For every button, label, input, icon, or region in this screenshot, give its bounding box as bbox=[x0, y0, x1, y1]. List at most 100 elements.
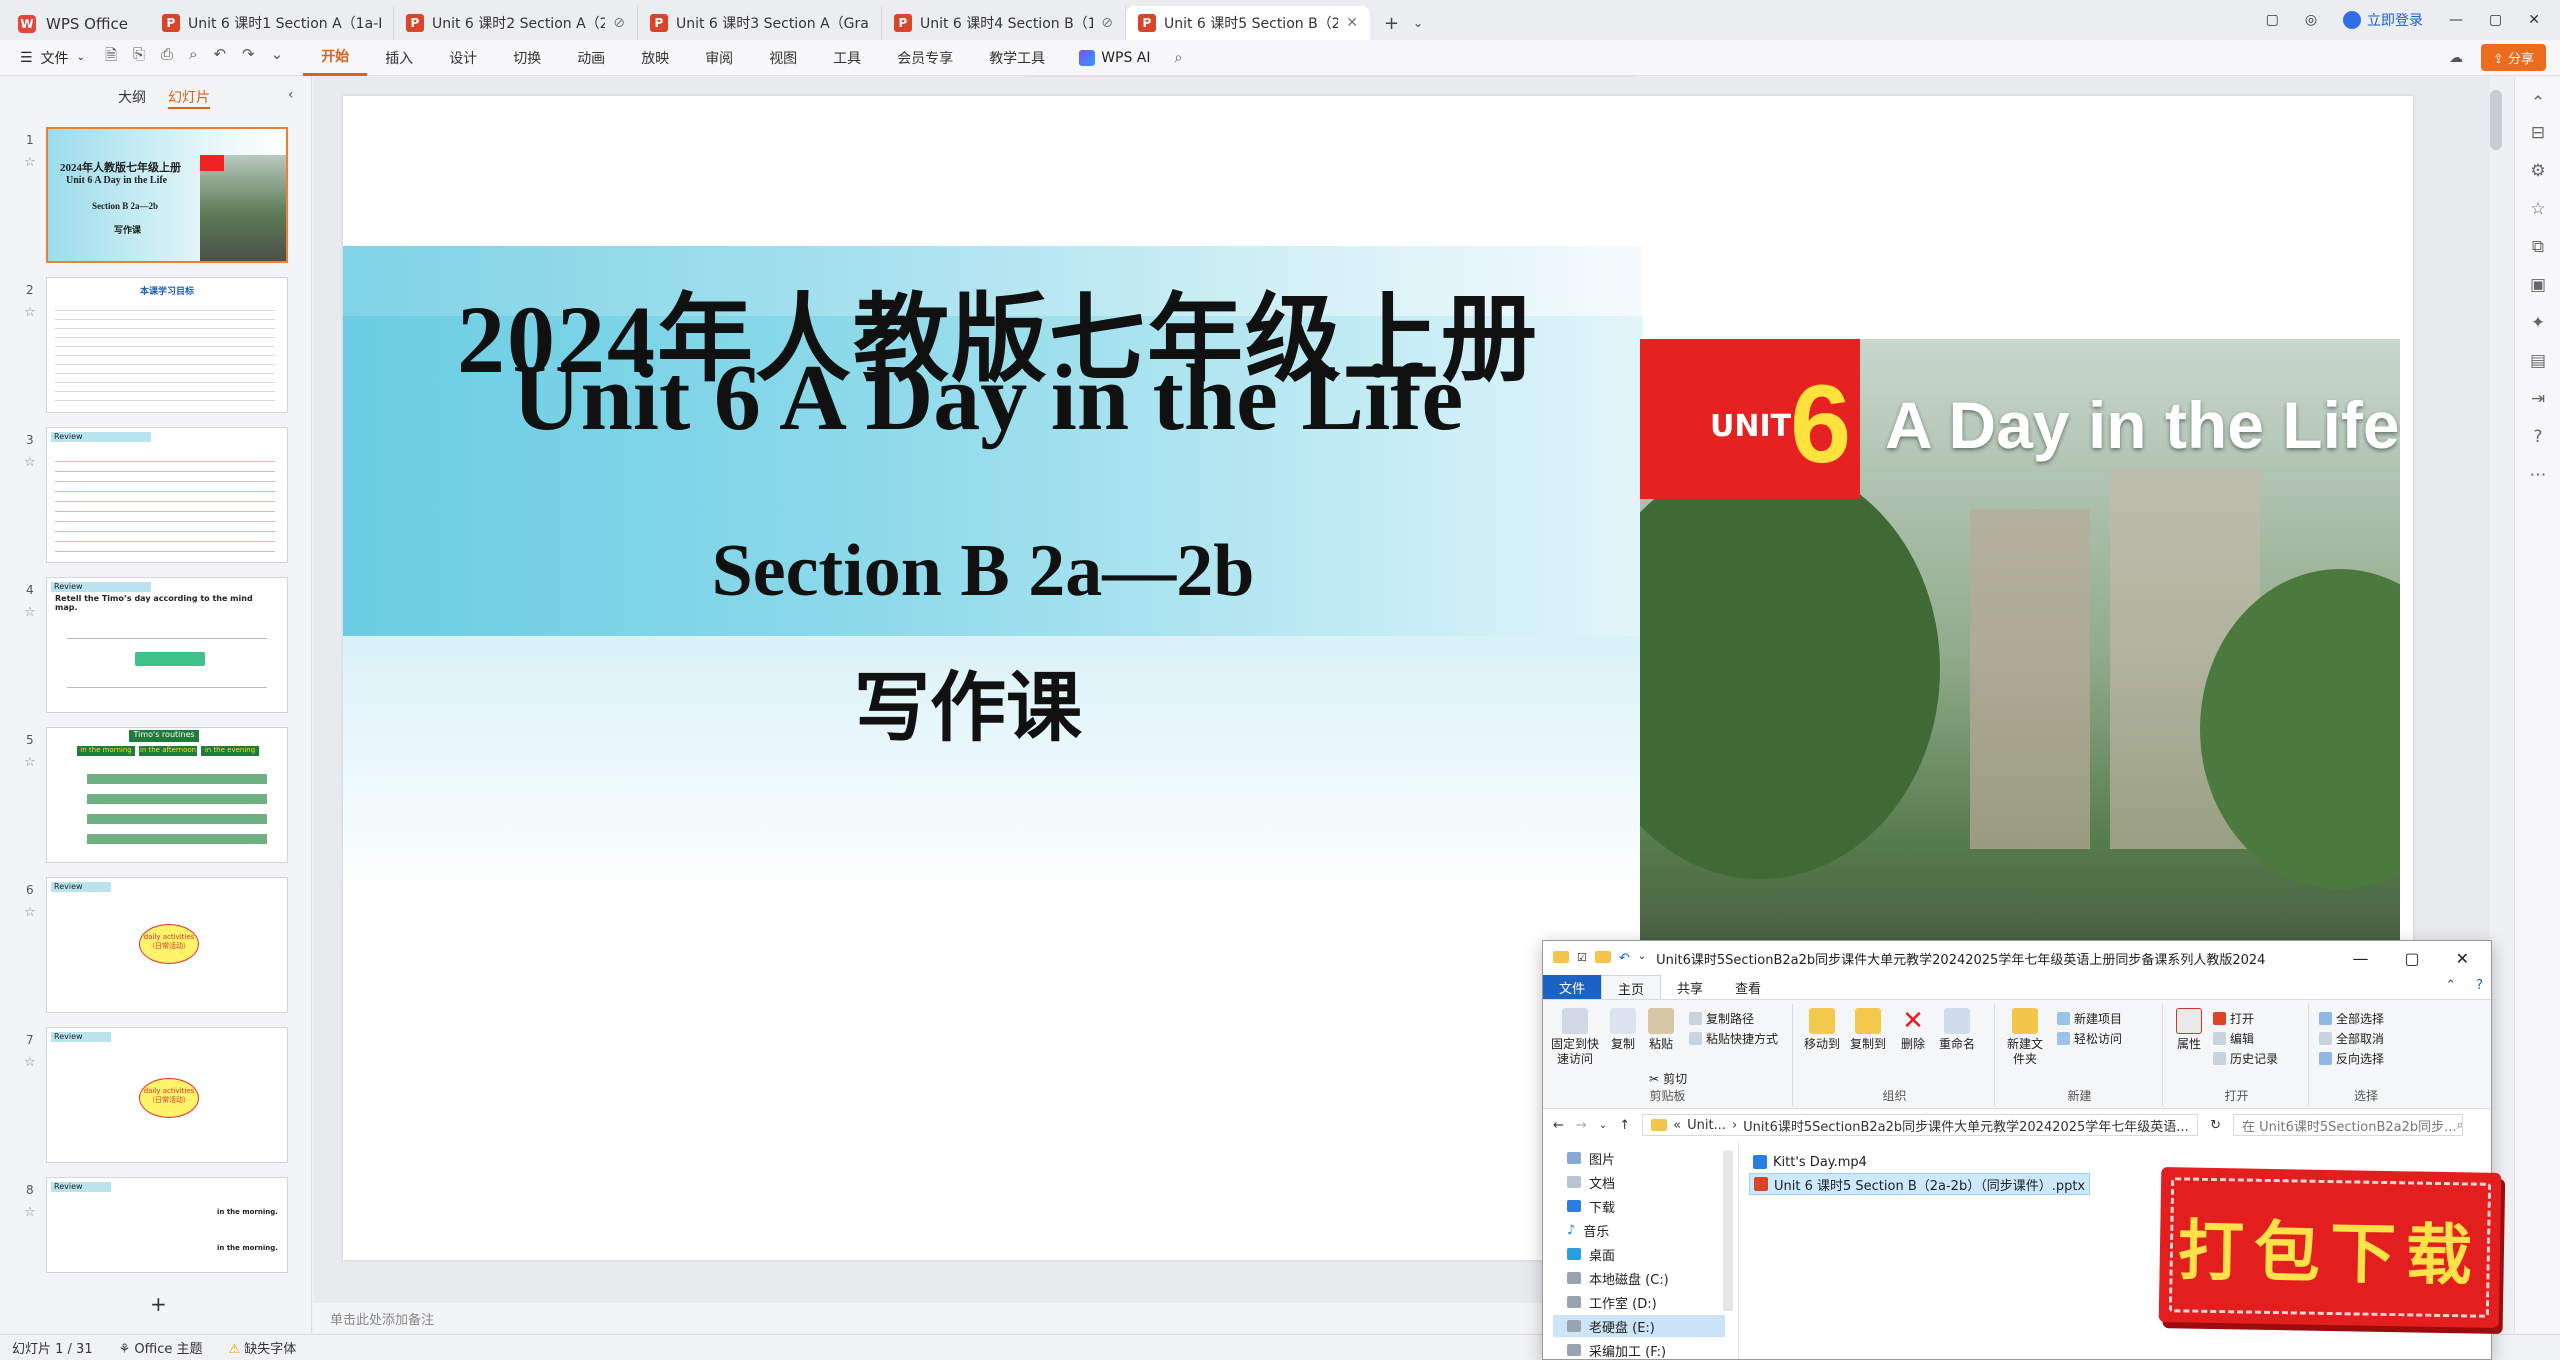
doc-tab-3[interactable]: P Unit 6 课时3 Section A（Grammar bbox=[638, 6, 882, 40]
missing-font-warning[interactable]: ⚠ 缺失字体 bbox=[228, 1338, 296, 1357]
nav-item-drive-f[interactable]: 采编加工 (F:) bbox=[1567, 1339, 1666, 1359]
slide-thumb-3[interactable]: 3 ☆ Review bbox=[0, 427, 312, 567]
invert-selection-button[interactable]: 反向选择 bbox=[2319, 1050, 2384, 1067]
close-window-icon[interactable]: ✕ bbox=[2528, 12, 2540, 28]
slide-thumb-7[interactable]: 7 ☆ Review daily activities（日常活动） bbox=[0, 1027, 312, 1167]
ribbon-tab-file[interactable]: 文件 bbox=[1543, 975, 1602, 999]
minimize-icon[interactable]: — bbox=[2352, 949, 2368, 968]
address-bar[interactable]: « Unit... › Unit6课时5SectionB2a2b同步课件大单元教… bbox=[1642, 1114, 2199, 1136]
nav-item-downloads[interactable]: 下载 bbox=[1567, 1195, 1615, 1217]
skin-icon[interactable]: ◎ bbox=[2305, 12, 2317, 28]
nav-item-desktop[interactable]: 桌面 bbox=[1567, 1243, 1615, 1265]
menu-design[interactable]: 设计 bbox=[431, 40, 495, 76]
wps-home-tab[interactable]: W WPS Office bbox=[0, 8, 150, 40]
rename-button[interactable]: 重命名 bbox=[1935, 1008, 1979, 1052]
nav-item-drive-c[interactable]: 本地磁盘 (C:) bbox=[1567, 1267, 1669, 1289]
menu-transitions[interactable]: 切换 bbox=[495, 40, 559, 76]
copy-format-icon[interactable]: ⧉ bbox=[2528, 237, 2548, 257]
star-icon[interactable]: ☆ bbox=[24, 905, 36, 920]
nav-item-drive-d[interactable]: 工作室 (D:) bbox=[1567, 1291, 1657, 1313]
more-icon[interactable]: ⋯ bbox=[2528, 465, 2548, 485]
maximize-icon[interactable]: ▢ bbox=[2404, 949, 2419, 968]
forward-icon[interactable]: → bbox=[1576, 1118, 1587, 1133]
print-icon[interactable]: ⎙ bbox=[161, 45, 173, 70]
tab-close-icon[interactable]: ⊘ bbox=[1101, 15, 1113, 31]
star-icon[interactable]: ☆ bbox=[24, 155, 36, 170]
export-pdf-icon[interactable]: ⎘ bbox=[133, 45, 145, 70]
ribbon-collapse-icon[interactable]: ⌃ bbox=[2435, 975, 2466, 999]
tab-close-icon[interactable]: ✕ bbox=[1346, 15, 1358, 31]
paste-button[interactable]: 粘贴 bbox=[1643, 1008, 1679, 1052]
edit-button[interactable]: 编辑 bbox=[2213, 1030, 2254, 1047]
undo-icon[interactable]: ↶ bbox=[213, 45, 226, 70]
help-icon[interactable]: ? bbox=[2466, 975, 2491, 999]
select-all-button[interactable]: 全部选择 bbox=[2319, 1010, 2384, 1027]
copy-button[interactable]: 复制 bbox=[1605, 1008, 1641, 1052]
menu-view[interactable]: 视图 bbox=[751, 40, 815, 76]
add-slide-button[interactable]: + bbox=[150, 1292, 167, 1316]
share-button[interactable]: ⇪ 分享 bbox=[2480, 44, 2546, 71]
slide-thumb-1[interactable]: 1 ☆ 2024年人教版七年级上册 Unit 6 A Day in the Li… bbox=[0, 127, 312, 267]
ribbon-tab-share[interactable]: 共享 bbox=[1661, 975, 1719, 999]
slide-thumb-2[interactable]: 2 ☆ 本课学习目标 bbox=[0, 277, 312, 417]
search-input[interactable]: 在 Unit6课时5SectionB2a2b同步... ⌕ bbox=[2233, 1114, 2464, 1136]
menu-home[interactable]: 开始 bbox=[303, 40, 368, 76]
cut-button[interactable]: ✂ 剪切 bbox=[1649, 1070, 1687, 1087]
slide-thumb-6[interactable]: 6 ☆ Review daily activities（日常活动） bbox=[0, 877, 312, 1017]
easy-access-button[interactable]: 轻松访问 bbox=[2057, 1030, 2122, 1047]
ribbon-tab-home[interactable]: 主页 bbox=[1601, 975, 1662, 999]
file-row-pptx[interactable]: Unit 6 课时5 Section B（2a-2b）（同步课件）.pptx bbox=[1749, 1173, 2091, 1195]
new-tab-button[interactable]: + bbox=[1370, 6, 1413, 40]
nav-item-documents[interactable]: 文档 bbox=[1567, 1171, 1615, 1193]
move-to-button[interactable]: 移动到 bbox=[1801, 1008, 1843, 1052]
image-tool-icon[interactable]: ▣ bbox=[2528, 275, 2548, 295]
nav-scrollbar[interactable] bbox=[1723, 1151, 1733, 1311]
copy-to-button[interactable]: 复制到 bbox=[1847, 1008, 1889, 1052]
collapse-panel-icon[interactable]: ‹ bbox=[288, 87, 294, 103]
login-button[interactable]: 立即登录 bbox=[2343, 10, 2423, 30]
theme-indicator[interactable]: ⚘ Office 主题 bbox=[119, 1338, 203, 1357]
tab-slides[interactable]: 幻灯片 bbox=[168, 87, 210, 109]
doc-tab-4[interactable]: P Unit 6 课时4 Section B（1a-1d） ⊘ bbox=[882, 6, 1126, 40]
tab-close-icon[interactable]: ⊘ bbox=[613, 15, 625, 31]
template-icon[interactable]: ▤ bbox=[2528, 351, 2548, 371]
up-icon[interactable]: ↑ bbox=[1619, 1118, 1630, 1133]
address-overflow-icon[interactable]: « bbox=[1673, 1118, 1681, 1133]
quick-access-chevron-icon[interactable]: ⌄ bbox=[1638, 951, 1646, 966]
address-path[interactable]: Unit6课时5SectionB2a2b同步课件大单元教学20242025学年七… bbox=[1743, 1116, 2189, 1135]
properties-button[interactable]: 属性 bbox=[2171, 1008, 2207, 1052]
cloud-sync-icon[interactable]: ☁ bbox=[2449, 50, 2463, 66]
new-folder-quick-icon[interactable] bbox=[1594, 950, 1611, 963]
menu-review[interactable]: 审阅 bbox=[687, 40, 751, 76]
tab-outline[interactable]: 大纲 bbox=[118, 87, 146, 109]
star-icon[interactable]: ☆ bbox=[24, 755, 36, 770]
slide-thumb-5[interactable]: 5 ☆ Timo's routines in the morning in th… bbox=[0, 727, 312, 867]
star-icon[interactable]: ☆ bbox=[24, 1205, 36, 1220]
slide-thumb-4[interactable]: 4 ☆ Review Retell the Timo’s day accordi… bbox=[0, 577, 312, 717]
doc-tab-1[interactable]: P Unit 6 课时1 Section A（1a-Pronun bbox=[150, 6, 394, 40]
address-prefix[interactable]: Unit... bbox=[1687, 1118, 1726, 1133]
help-icon[interactable]: ? bbox=[2528, 427, 2548, 447]
paste-shortcut-button[interactable]: 粘贴快捷方式 bbox=[1689, 1030, 1778, 1047]
properties-quick-icon[interactable]: ☑ bbox=[1577, 951, 1587, 966]
slide-section-label[interactable]: Section B 2a—2b bbox=[483, 529, 1483, 614]
search-icon[interactable]: ⌕ bbox=[1167, 50, 1191, 66]
minimize-icon[interactable]: — bbox=[2449, 12, 2463, 28]
history-button[interactable]: 历史记录 bbox=[2213, 1050, 2278, 1067]
redo-icon[interactable]: ↷ bbox=[242, 45, 255, 70]
undo-icon[interactable]: ↶ bbox=[1619, 951, 1630, 966]
open-button[interactable]: 打开 bbox=[2213, 1010, 2254, 1027]
slide-title-english[interactable]: Unit 6 A Day in the Life bbox=[393, 344, 1583, 452]
more-chevron-icon[interactable]: ⌄ bbox=[271, 45, 284, 70]
pin-quick-access-button[interactable]: 固定到快速访问 bbox=[1549, 1008, 1601, 1067]
doc-tab-2[interactable]: P Unit 6 课时2 Section A（2a-2e） ⊘ bbox=[394, 6, 638, 40]
nav-item-drive-e[interactable]: 老硬盘 (E:) bbox=[1553, 1315, 1725, 1337]
layout-icon[interactable]: ⊟ bbox=[2528, 123, 2548, 143]
select-none-button[interactable]: 全部取消 bbox=[2319, 1030, 2384, 1047]
favorite-icon[interactable]: ☆ bbox=[2528, 199, 2548, 219]
copy-path-button[interactable]: 复制路径 bbox=[1689, 1010, 1754, 1027]
star-icon[interactable]: ☆ bbox=[24, 1055, 36, 1070]
window-layout-icon[interactable]: ▢ bbox=[2266, 12, 2279, 28]
new-folder-button[interactable]: 新建文件夹 bbox=[2003, 1008, 2047, 1067]
menu-teaching-tools[interactable]: 教学工具 bbox=[971, 40, 1063, 76]
